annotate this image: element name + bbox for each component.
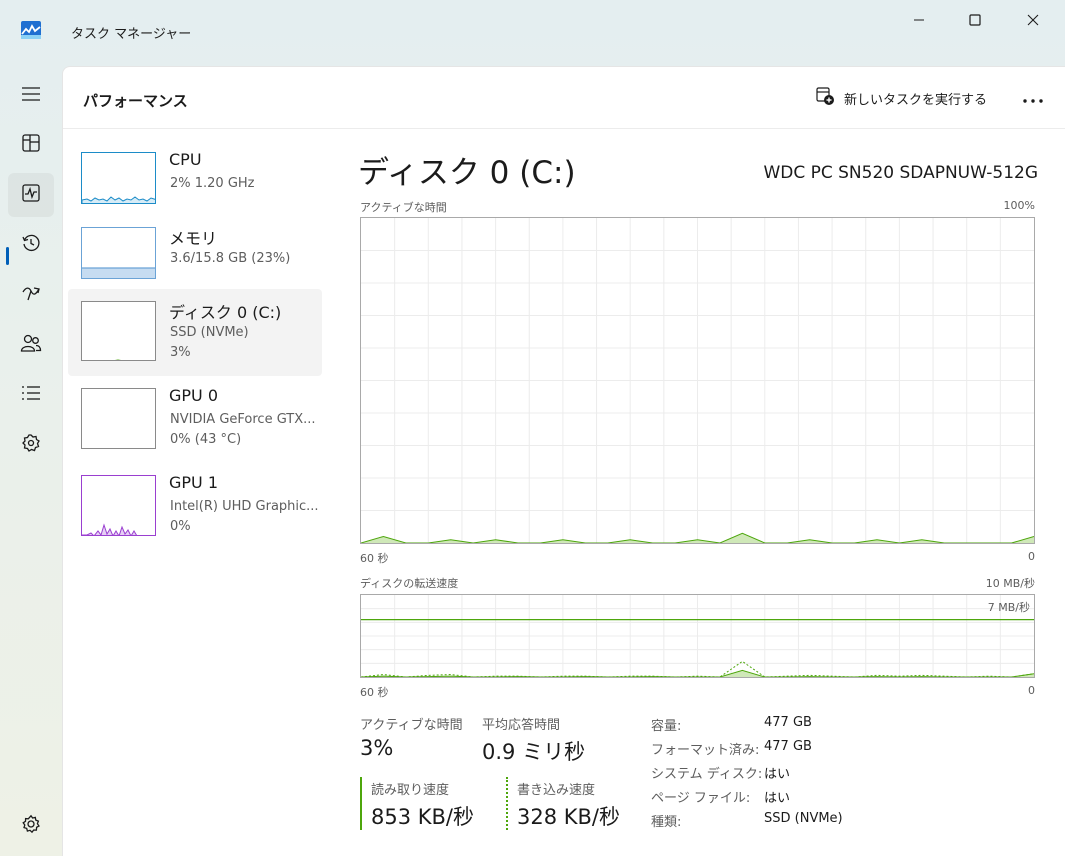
device-usage: 3% <box>170 345 191 360</box>
info-formatted-value: 477 GB <box>764 739 812 754</box>
info-capacity-value: 477 GB <box>764 715 812 730</box>
window-title: タスク マネージャー <box>71 27 192 42</box>
nav-services[interactable] <box>8 423 54 467</box>
processes-icon <box>21 133 41 157</box>
run-task-label: 新しいタスクを実行する <box>844 92 988 108</box>
nav-processes[interactable] <box>8 123 54 167</box>
info-system-disk-label: システム ディスク: <box>651 767 763 782</box>
startup-apps-icon <box>21 283 41 307</box>
nav-startup-apps[interactable] <box>8 273 54 317</box>
services-icon <box>21 433 41 457</box>
stat-avg-response-label: 平均応答時間 <box>482 718 561 733</box>
device-usage: 0% <box>170 519 191 534</box>
stat-active-time-label: アクティブな時間 <box>360 718 463 733</box>
device-cpu[interactable]: CPU 2% 1.20 GHz <box>68 143 322 229</box>
menu-icon <box>21 86 41 106</box>
nav-settings[interactable] <box>8 804 54 848</box>
active-time-axis-right: 0 <box>1028 550 1035 563</box>
stat-read-value: 853 KB/秒 <box>371 805 475 829</box>
performance-icon <box>21 183 41 207</box>
gpu-1-thumbnail <box>81 475 156 536</box>
read-speed-marker <box>360 777 362 830</box>
app-history-icon <box>21 233 41 257</box>
device-usage: 0% (43 °C) <box>170 432 242 447</box>
disk-thumbnail <box>81 301 156 361</box>
device-name: ディスク 0 (C:) <box>169 303 282 322</box>
device-usage: 3.6/15.8 GB (23%) <box>170 251 291 266</box>
info-type-label: 種類: <box>651 815 682 830</box>
transfer-axis-right: 0 <box>1028 684 1035 697</box>
device-name: GPU 1 <box>169 473 219 492</box>
stat-active-time-value: 3% <box>360 736 394 760</box>
device-model: Intel(R) UHD Graphic... <box>170 499 319 514</box>
stat-write-label: 書き込み速度 <box>517 783 596 798</box>
device-name: CPU <box>169 150 202 169</box>
details-icon <box>21 385 41 405</box>
menu-button[interactable] <box>8 74 54 118</box>
device-gpu-1[interactable]: GPU 1 Intel(R) UHD Graphic... 0% <box>68 466 322 552</box>
active-time-graph <box>360 217 1035 544</box>
cpu-thumbnail <box>81 152 156 204</box>
info-type-value: SSD (NVMe) <box>764 811 843 826</box>
main-panel: パフォーマンス 新しいタスクを実行する CPU 2% 1.20 GHz メモリ … <box>62 66 1065 856</box>
nav-performance[interactable] <box>8 173 54 217</box>
minimize-button[interactable] <box>890 0 948 40</box>
disk-model: WDC PC SN520 SDAPNUW-512G <box>763 163 1038 183</box>
write-speed-marker <box>506 777 508 830</box>
page-title: パフォーマンス <box>83 92 188 110</box>
device-list: CPU 2% 1.20 GHz メモリ 3.6/15.8 GB (23%) ディ… <box>63 129 333 856</box>
transfer-rate-graph: 7 MB/秒 <box>360 594 1035 678</box>
more-options-button[interactable] <box>1015 85 1051 111</box>
title-bar: タスク マネージャー <box>0 0 1065 64</box>
info-capacity-label: 容量: <box>651 719 682 734</box>
device-type: SSD (NVMe) <box>170 325 249 340</box>
device-disk-0[interactable]: ディスク 0 (C:) SSD (NVMe) 3% <box>68 289 322 376</box>
device-name: GPU 0 <box>169 386 219 405</box>
transfer-axis-left: 60 秒 <box>360 686 389 699</box>
stat-read-label: 読み取り速度 <box>371 783 450 798</box>
info-system-disk-value: はい <box>764 767 791 782</box>
disk-title: ディスク 0 (C:) <box>358 155 576 191</box>
gpu-0-thumbnail <box>81 388 156 449</box>
task-manager-app-icon <box>21 21 41 39</box>
settings-icon <box>21 814 41 838</box>
users-icon <box>20 333 42 357</box>
active-time-max: 100% <box>1003 199 1035 212</box>
device-model: NVIDIA GeForce GTX... <box>170 412 316 427</box>
memory-thumbnail <box>81 227 156 279</box>
run-task-icon <box>815 86 835 110</box>
device-name: メモリ <box>169 229 218 248</box>
transfer-rate-label: ディスクの転送速度 <box>360 577 459 590</box>
info-formatted-label: フォーマット済み: <box>651 743 760 758</box>
maximize-button[interactable] <box>946 0 1004 40</box>
stat-write-value: 328 KB/秒 <box>517 805 621 829</box>
device-usage: 2% 1.20 GHz <box>170 176 255 191</box>
active-time-axis-left: 60 秒 <box>360 552 389 565</box>
page-header: パフォーマンス 新しいタスクを実行する <box>63 67 1065 129</box>
run-new-task-button[interactable]: 新しいタスクを実行する <box>815 85 987 111</box>
nav-details[interactable] <box>8 373 54 417</box>
transfer-rate-max: 10 MB/秒 <box>985 577 1035 590</box>
close-button[interactable] <box>1004 0 1062 40</box>
device-gpu-0[interactable]: GPU 0 NVIDIA GeForce GTX... 0% (43 °C) <box>68 379 322 465</box>
navigation-rail <box>0 64 62 856</box>
info-page-file-label: ページ ファイル: <box>651 791 751 806</box>
transfer-reference-label: 7 MB/秒 <box>987 601 1030 614</box>
nav-app-history[interactable] <box>8 223 54 267</box>
active-time-chart <box>360 218 1035 544</box>
stat-avg-response-value: 0.9 ミリ秒 <box>482 740 586 764</box>
info-page-file-value: はい <box>764 791 791 806</box>
transfer-rate-chart <box>360 595 1035 678</box>
active-time-label: アクティブな時間 <box>360 201 447 214</box>
nav-users[interactable] <box>8 323 54 367</box>
more-options-icon <box>1022 89 1044 108</box>
